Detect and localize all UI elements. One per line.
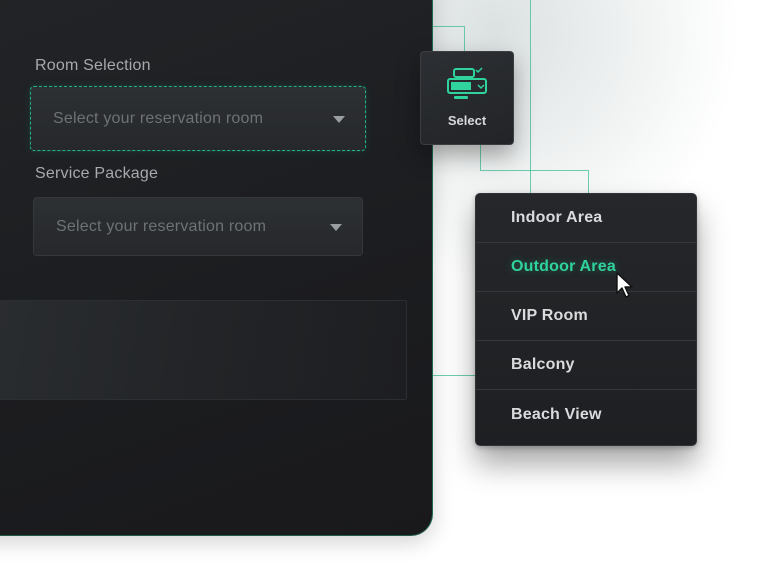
service-package-label: Service Package bbox=[35, 165, 159, 182]
connector-line bbox=[530, 0, 531, 193]
room-select[interactable]: Select your reservation room bbox=[30, 86, 366, 151]
form-panel bbox=[0, 0, 433, 536]
menu-item-vip-room[interactable]: VIP Room bbox=[476, 292, 696, 341]
room-selection-label: Room Selection bbox=[35, 57, 151, 74]
connector-line bbox=[588, 170, 589, 193]
menu-item-label: Balcony bbox=[511, 356, 575, 373]
menu-item-indoor-area[interactable]: Indoor Area bbox=[476, 194, 696, 243]
connector-line bbox=[432, 375, 475, 376]
select-component-icon bbox=[447, 67, 487, 99]
service-select[interactable]: Select your reservation room bbox=[33, 197, 363, 256]
chevron-down-icon[interactable] bbox=[330, 223, 342, 231]
select-card-label: Select bbox=[447, 113, 487, 128]
connector-line bbox=[480, 170, 588, 171]
connector-line bbox=[464, 26, 465, 51]
menu-item-label: Indoor Area bbox=[511, 209, 603, 226]
menu-item-beach-view[interactable]: Beach View bbox=[476, 390, 696, 439]
menu-item-label: VIP Room bbox=[511, 307, 588, 324]
dropdown-menu: Indoor Area Outdoor Area VIP Room Balcon… bbox=[475, 193, 697, 446]
menu-item-outdoor-area[interactable]: Outdoor Area bbox=[476, 243, 696, 292]
menu-item-label: Outdoor Area bbox=[511, 258, 616, 275]
menu-item-label: Beach View bbox=[511, 405, 602, 423]
service-select-placeholder: Select your reservation room bbox=[56, 217, 267, 235]
mouse-pointer-icon bbox=[616, 272, 633, 298]
text-area-field[interactable] bbox=[0, 300, 407, 400]
room-select-placeholder: Select your reservation room bbox=[53, 109, 264, 127]
menu-item-balcony[interactable]: Balcony bbox=[476, 341, 696, 390]
chevron-down-icon[interactable] bbox=[333, 115, 345, 123]
select-component-card[interactable]: Select bbox=[420, 51, 514, 145]
connector-line bbox=[480, 145, 481, 170]
